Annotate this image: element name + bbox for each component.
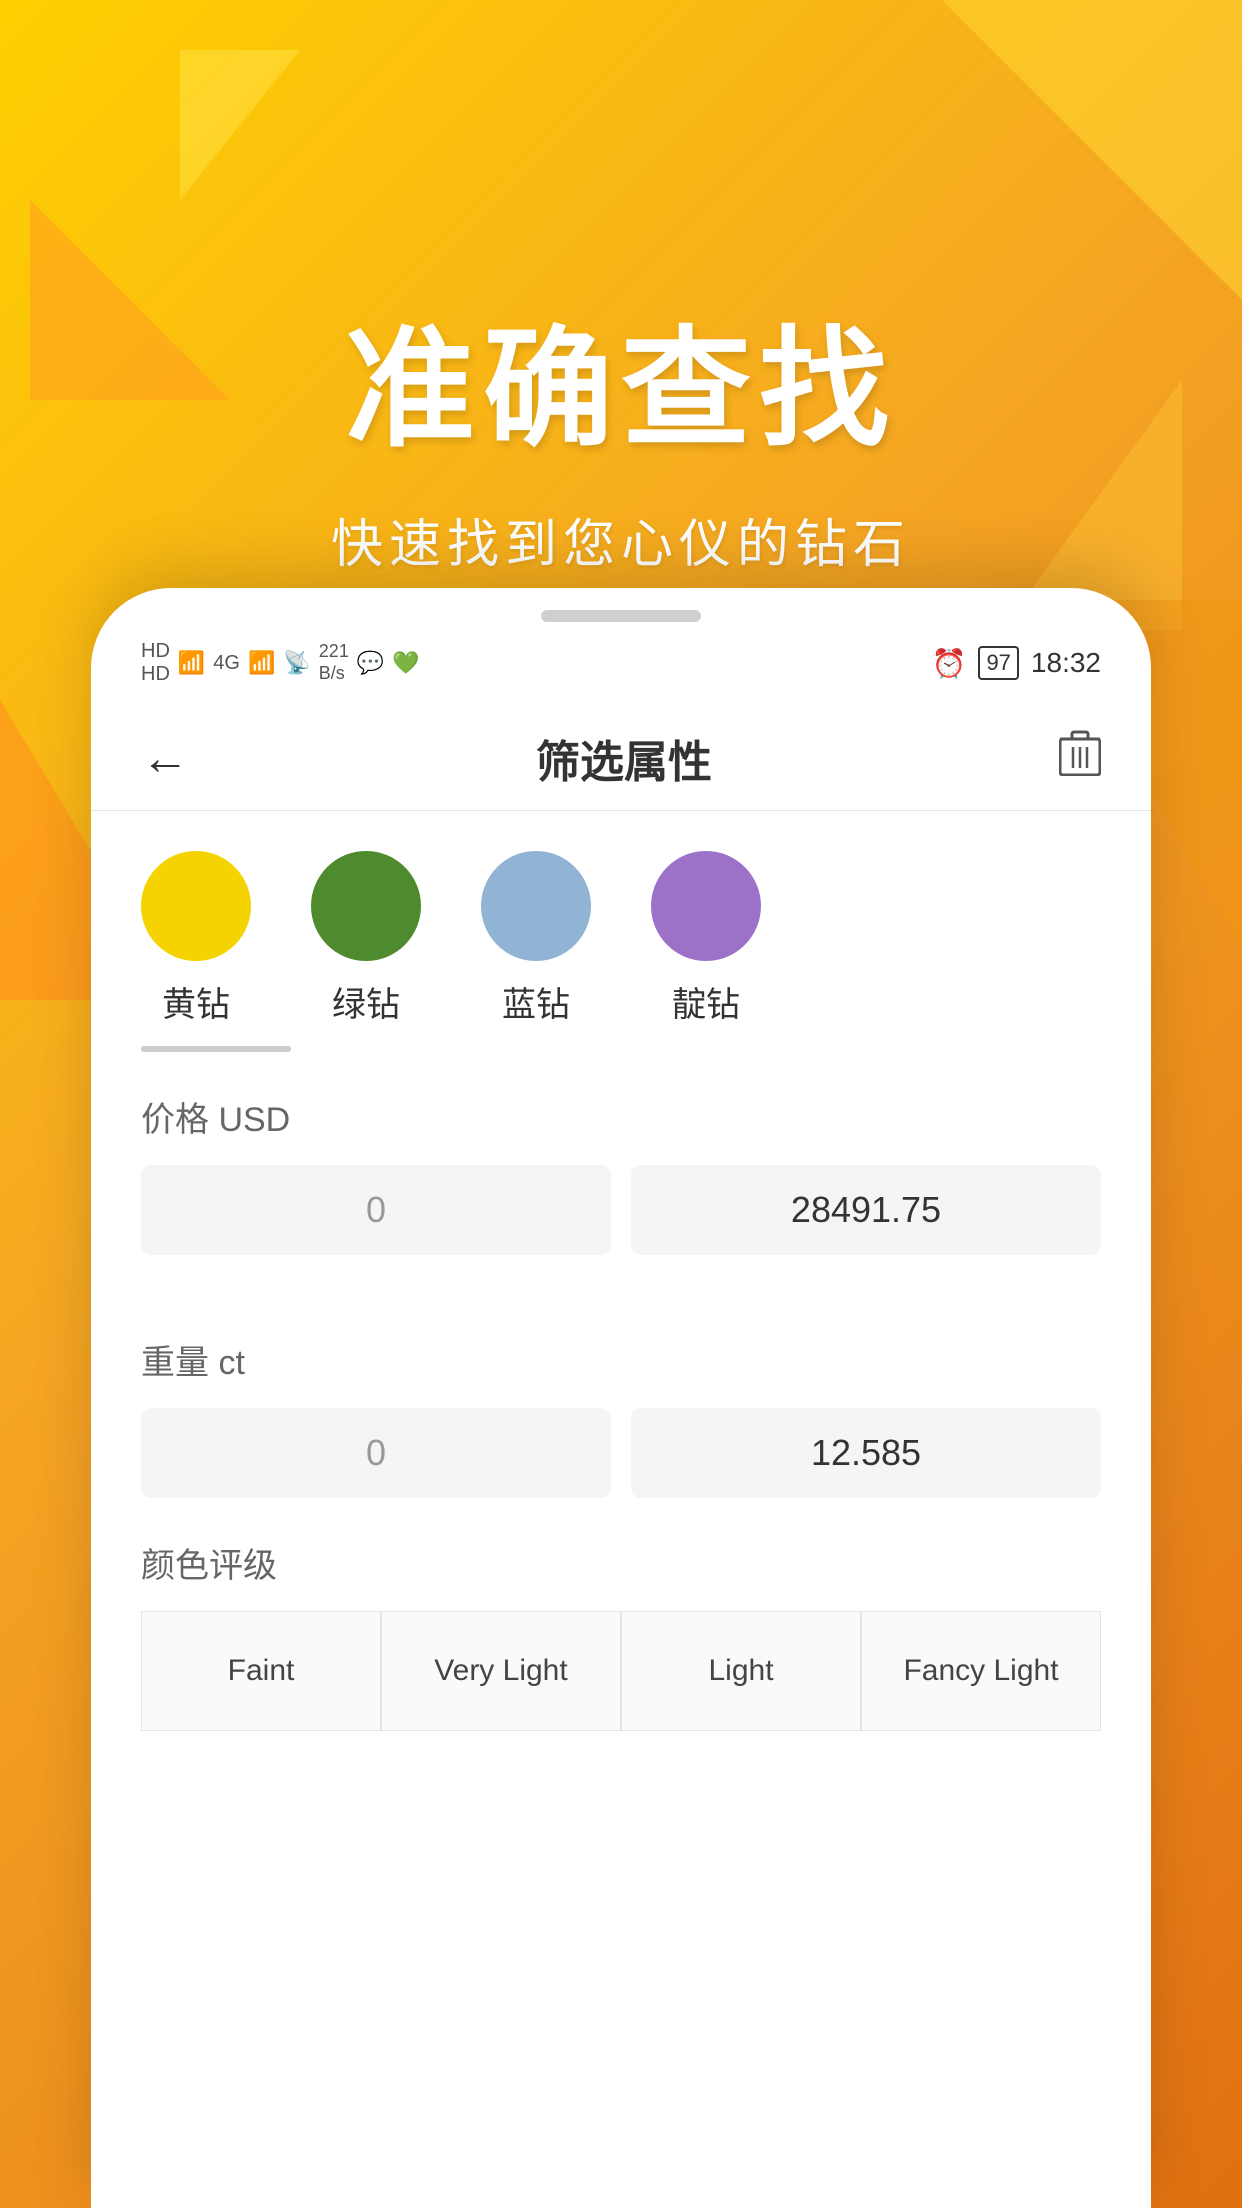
tab-green-diamond[interactable]: 绿钻 <box>311 851 421 1026</box>
blue-diamond-label: 蓝钻 <box>502 977 570 1026</box>
color-rating-very-light[interactable]: Very Light <box>381 1611 621 1731</box>
price-max-input[interactable]: 28491.75 <box>631 1165 1101 1255</box>
color-rating-grid: Faint Very Light Light Fancy Light <box>141 1611 1101 1731</box>
phone-mockup: HDHD 📶 4G 📶 📡 221B/s 💬 💚 ⏰ 97 18:32 ← 筛选… <box>91 588 1151 2208</box>
status-right: ⏰ 97 18:32 <box>932 646 1101 680</box>
tab-purple-diamond[interactable]: 靛钻 <box>651 851 761 1026</box>
nav-bar: ← 筛选属性 <box>91 706 1151 811</box>
tab-blue-diamond[interactable]: 蓝钻 <box>481 851 591 1026</box>
alarm-icon: ⏰ <box>932 647 967 680</box>
time-display: 18:32 <box>1031 647 1101 679</box>
4g-indicator: 4G <box>213 652 240 675</box>
green-diamond-label: 绿钻 <box>332 977 400 1026</box>
color-rating-fancy-light[interactable]: Fancy Light <box>861 1611 1101 1731</box>
purple-diamond-circle <box>651 851 761 961</box>
tab-yellow-diamond[interactable]: 黄钻 <box>141 851 251 1026</box>
hero-title: 准确查找 <box>345 284 897 472</box>
notch-bar <box>541 610 701 622</box>
weight-input-row: 0 12.585 <box>141 1408 1101 1498</box>
battery-percentage: 97 <box>986 650 1010 675</box>
weight-max-value: 12.585 <box>811 1432 921 1474</box>
purple-diamond-label: 靛钻 <box>672 977 740 1026</box>
signal-bars-2: 📶 <box>248 650 275 676</box>
weight-min-value: 0 <box>366 1432 386 1474</box>
weight-section: 重量 ct 0 12.585 <box>91 1295 1151 1498</box>
status-left: HDHD 📶 4G 📶 📡 221B/s 💬 💚 <box>141 640 420 686</box>
page-title: 筛选属性 <box>536 726 712 790</box>
price-min-value: 0 <box>366 1189 386 1231</box>
price-label: 价格 USD <box>141 1092 1101 1141</box>
color-rating-section: 颜色评级 Faint Very Light Light Fancy Light <box>91 1498 1151 1731</box>
price-section: 价格 USD 0 28491.75 <box>91 1052 1151 1255</box>
weight-max-input[interactable]: 12.585 <box>631 1408 1101 1498</box>
weight-min-input[interactable]: 0 <box>141 1408 611 1498</box>
price-max-value: 28491.75 <box>791 1189 941 1231</box>
diamond-tabs: 黄钻 绿钻 蓝钻 靛钻 <box>91 811 1151 1026</box>
network-indicator: HDHD <box>141 640 170 686</box>
price-input-row: 0 28491.75 <box>141 1165 1101 1255</box>
data-speed: 221B/s <box>319 641 349 684</box>
color-rating-light[interactable]: Light <box>621 1611 861 1731</box>
yellow-diamond-circle <box>141 851 251 961</box>
status-bar: HDHD 📶 4G 📶 📡 221B/s 💬 💚 ⏰ 97 18:32 <box>91 622 1151 696</box>
battery-indicator: 97 <box>978 646 1018 680</box>
color-rating-label: 颜色评级 <box>141 1538 1101 1587</box>
trash-button[interactable] <box>1059 730 1101 786</box>
green-diamond-circle <box>311 851 421 961</box>
color-rating-light-label: Light <box>708 1654 773 1688</box>
color-rating-faint-label: Faint <box>228 1654 295 1688</box>
hero-subtitle: 快速找到您心仪的钻石 <box>331 502 911 577</box>
signal-bars: 📶 <box>178 650 205 676</box>
weight-label: 重量 ct <box>141 1335 1101 1384</box>
color-rating-faint[interactable]: Faint <box>141 1611 381 1731</box>
color-rating-very-light-label: Very Light <box>434 1654 567 1688</box>
blue-diamond-circle <box>481 851 591 961</box>
price-min-input[interactable]: 0 <box>141 1165 611 1255</box>
back-button[interactable]: ← <box>141 731 189 786</box>
wechat-icon: 💚 <box>392 650 419 676</box>
wifi-icon: 📡 <box>283 650 310 676</box>
message-icon: 💬 <box>357 650 384 676</box>
color-rating-fancy-light-label: Fancy Light <box>903 1654 1058 1688</box>
yellow-diamond-label: 黄钻 <box>162 977 230 1026</box>
